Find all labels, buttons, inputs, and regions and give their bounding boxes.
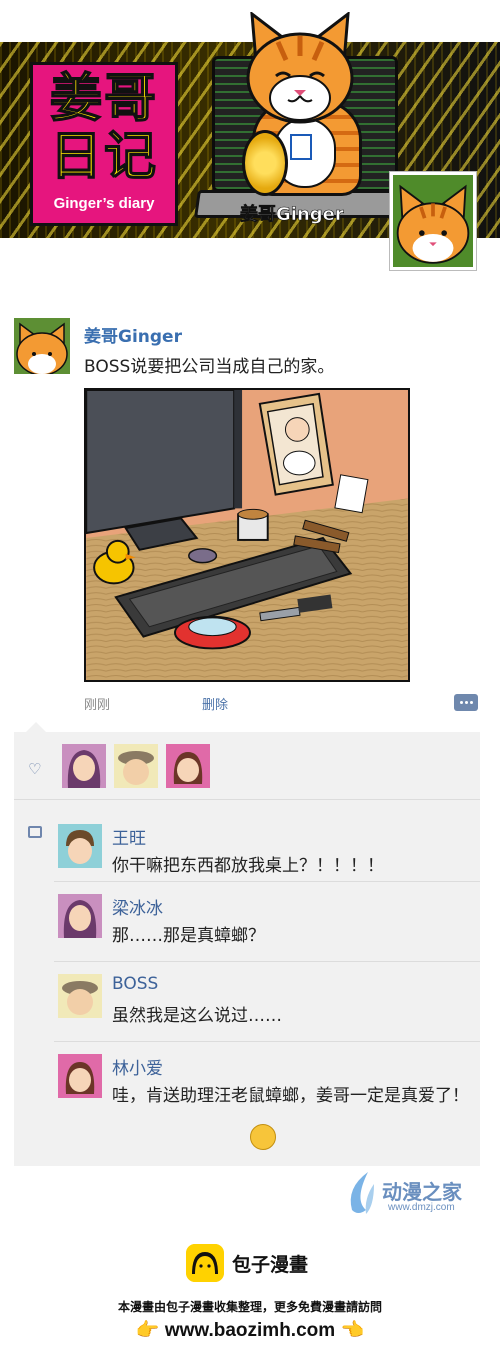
baozi-url-line[interactable]: 👉 www.baozimh.com 👈 [0,1318,500,1342]
comment-author[interactable]: BOSS [112,974,158,994]
dmzj-url: www.dmzj.com [388,1202,455,1213]
id-badge-illustration [290,134,312,160]
baozi-brand: 包子漫畫 [232,1254,309,1276]
baozi-logo-icon [186,1244,224,1282]
comment-avatar-boss[interactable] [58,974,102,1018]
diary-banner: 姜哥 日记 Ginger’s diary 姜哥Ginger [0,0,500,272]
comment-avatar-liangbingbing[interactable] [58,894,102,938]
comment-text: 那……那是真蟑螂？ [112,926,265,946]
post-timestamp: 刚刚 [84,698,111,713]
comment-author[interactable]: 王旺 [112,824,146,849]
post-text: BOSS说要把公司当成自己的家。 [84,357,335,377]
like-avatar-boss[interactable] [114,744,158,788]
title-subtitle: Ginger’s diary [53,195,155,212]
like-avatar-linxiaoai[interactable] [166,744,210,788]
ginger-cat-head-illustration [246,12,354,124]
dmzj-watermark: 动漫之家 www.dmzj.com [344,1170,490,1218]
gold-coin-illustration [242,130,288,196]
pointing-left-icon: 👈 [340,1320,365,1341]
comment-item: BOSS 虽然我是这么说过…… [54,962,480,1042]
comment-text: 哇，肯送助理汪老鼠蟑螂，姜哥一定是真爱了！ [112,1086,469,1106]
post-author-name[interactable]: 姜哥Ginger [84,322,182,347]
comment-author[interactable]: 林小爱 [112,1054,163,1079]
title-line-1: 姜哥 [49,69,158,129]
post-photo-desk-illustration[interactable] [84,388,410,682]
dmzj-leaf-icon [350,1172,374,1214]
title-line-2: 日记 [49,127,158,187]
comment-avatar-linxiaoai[interactable] [58,1054,102,1098]
comment-icon [28,826,42,838]
like-avatar-liangbingbing[interactable] [62,744,106,788]
comment-avatar-wangwang[interactable] [58,824,102,868]
post-author-avatar[interactable] [14,318,70,374]
comment-item: 林小爱 哇，肯送助理汪老鼠蟑螂，姜哥一定是真爱了！ [54,1042,480,1166]
baozi-url[interactable]: www.baozimh.com [165,1320,335,1341]
comment-item: 梁冰冰 那……那是真蟑螂？ [54,882,480,962]
comment-item: 王旺 你干嘛把东西都放我桌上？！！！！ [54,812,480,882]
pointing-right-icon: 👉 [135,1320,160,1341]
delete-link[interactable]: 删除 [202,694,228,713]
likes-row: ♡ [14,732,480,800]
dmzj-name: 动漫之家 [382,1180,462,1204]
banner-character-name: 姜哥Ginger [240,204,344,226]
comment-text: 你干嘛把东西都放我桌上？！！！！ [112,856,384,876]
ginger-avatar-large [390,172,476,270]
baozi-notice: 本漫畫由包子漫畫收集整理，更多免費漫畫請訪問 [117,1300,382,1314]
heart-icon: ♡ [28,760,42,778]
comment-text: 虽然我是这么说过…… [112,1006,282,1026]
comment-author[interactable]: 梁冰冰 [112,894,163,919]
panel-pointer [26,722,46,732]
title-card: 姜哥 日记 Ginger’s diary [30,62,178,226]
emoji-icon [250,1124,276,1150]
more-dots-icon[interactable] [454,694,478,711]
interaction-panel: ♡ 王旺 你干嘛把东西都放我桌上？！！！！ 梁冰冰 那……那是真蟑螂？ BOSS… [14,732,480,1166]
